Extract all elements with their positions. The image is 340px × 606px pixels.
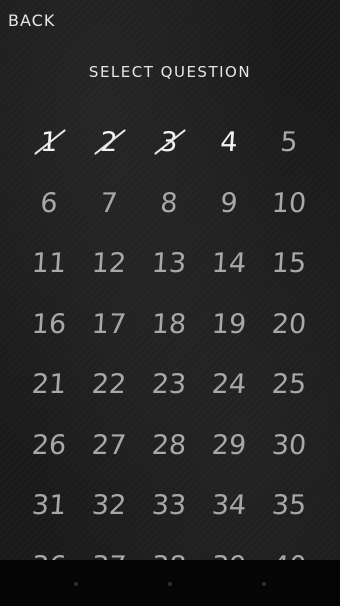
question-1-button[interactable]: 1	[17, 112, 81, 173]
question-23-button[interactable]: 23	[137, 354, 201, 415]
question-number-label: 7	[99, 187, 119, 219]
question-2-button[interactable]: 2	[77, 112, 141, 173]
question-4-button[interactable]: 4	[197, 112, 261, 173]
question-34-button[interactable]: 34	[197, 475, 261, 536]
question-33-button[interactable]: 33	[137, 475, 201, 536]
question-number-label: 31	[30, 489, 68, 521]
back-button[interactable]: BACK	[8, 11, 55, 30]
question-number-label: 20	[270, 308, 308, 340]
question-35-button[interactable]: 35	[257, 475, 321, 536]
question-14-button[interactable]: 14	[197, 233, 261, 294]
question-number-label: 19	[210, 308, 248, 340]
question-29-button[interactable]: 29	[197, 415, 261, 476]
question-number-label: 18	[150, 308, 188, 340]
question-31-button[interactable]: 31	[17, 475, 81, 536]
page-title: SELECT QUESTION	[88, 63, 252, 81]
back-icon[interactable]	[74, 582, 78, 586]
question-number-label: 12	[90, 247, 128, 279]
question-number-label: 4	[219, 126, 239, 158]
question-number-label: 15	[270, 247, 308, 279]
question-30-button[interactable]: 30	[257, 415, 321, 476]
question-21-button[interactable]: 21	[17, 354, 81, 415]
question-24-button[interactable]: 24	[197, 354, 261, 415]
question-25-button[interactable]: 25	[257, 354, 321, 415]
question-number-label: 29	[210, 429, 248, 461]
question-6-button[interactable]: 6	[17, 173, 81, 234]
recents-icon[interactable]	[262, 582, 266, 586]
question-3-button[interactable]: 3	[137, 112, 201, 173]
question-number-label: 32	[90, 489, 128, 521]
question-22-button[interactable]: 22	[77, 354, 141, 415]
question-15-button[interactable]: 15	[257, 233, 321, 294]
question-number-label: 13	[150, 247, 188, 279]
question-27-button[interactable]: 27	[77, 415, 141, 476]
question-17-button[interactable]: 17	[77, 294, 141, 355]
question-number-label: 27	[90, 429, 128, 461]
question-number-label: 26	[30, 429, 68, 461]
question-number-label: 24	[210, 368, 248, 400]
question-number-label: 17	[90, 308, 128, 340]
question-19-button[interactable]: 19	[197, 294, 261, 355]
question-number-label: 16	[30, 308, 68, 340]
question-28-button[interactable]: 28	[137, 415, 201, 476]
question-number-label: 10	[270, 187, 308, 219]
system-nav-bar	[0, 560, 340, 606]
question-number-label: 11	[30, 247, 68, 279]
question-12-button[interactable]: 12	[77, 233, 141, 294]
question-number-label: 5	[279, 126, 299, 158]
question-9-button[interactable]: 9	[197, 173, 261, 234]
question-5-button[interactable]: 5	[257, 112, 321, 173]
question-number-label: 22	[90, 368, 128, 400]
question-8-button[interactable]: 8	[137, 173, 201, 234]
question-number-label: 8	[159, 187, 179, 219]
home-icon[interactable]	[168, 582, 172, 586]
question-number-label: 6	[39, 187, 59, 219]
question-20-button[interactable]: 20	[257, 294, 321, 355]
question-18-button[interactable]: 18	[137, 294, 201, 355]
question-number-label: 21	[30, 368, 68, 400]
question-16-button[interactable]: 16	[17, 294, 81, 355]
question-number-label: 35	[270, 489, 308, 521]
question-7-button[interactable]: 7	[77, 173, 141, 234]
question-number-label: 28	[150, 429, 188, 461]
question-number-label: 33	[150, 489, 188, 521]
question-13-button[interactable]: 13	[137, 233, 201, 294]
question-number-label: 25	[270, 368, 308, 400]
chalkboard-screen: BACK SELECT QUESTION 1234567891011121314…	[0, 0, 340, 606]
question-number-label: 9	[219, 187, 239, 219]
question-10-button[interactable]: 10	[257, 173, 321, 234]
question-11-button[interactable]: 11	[17, 233, 81, 294]
question-32-button[interactable]: 32	[77, 475, 141, 536]
question-number-label: 14	[210, 247, 248, 279]
question-number-label: 30	[270, 429, 308, 461]
question-number-label: 23	[150, 368, 188, 400]
question-26-button[interactable]: 26	[17, 415, 81, 476]
question-number-label: 34	[210, 489, 248, 521]
question-grid: 1234567891011121314151617181920212223242…	[19, 112, 319, 596]
